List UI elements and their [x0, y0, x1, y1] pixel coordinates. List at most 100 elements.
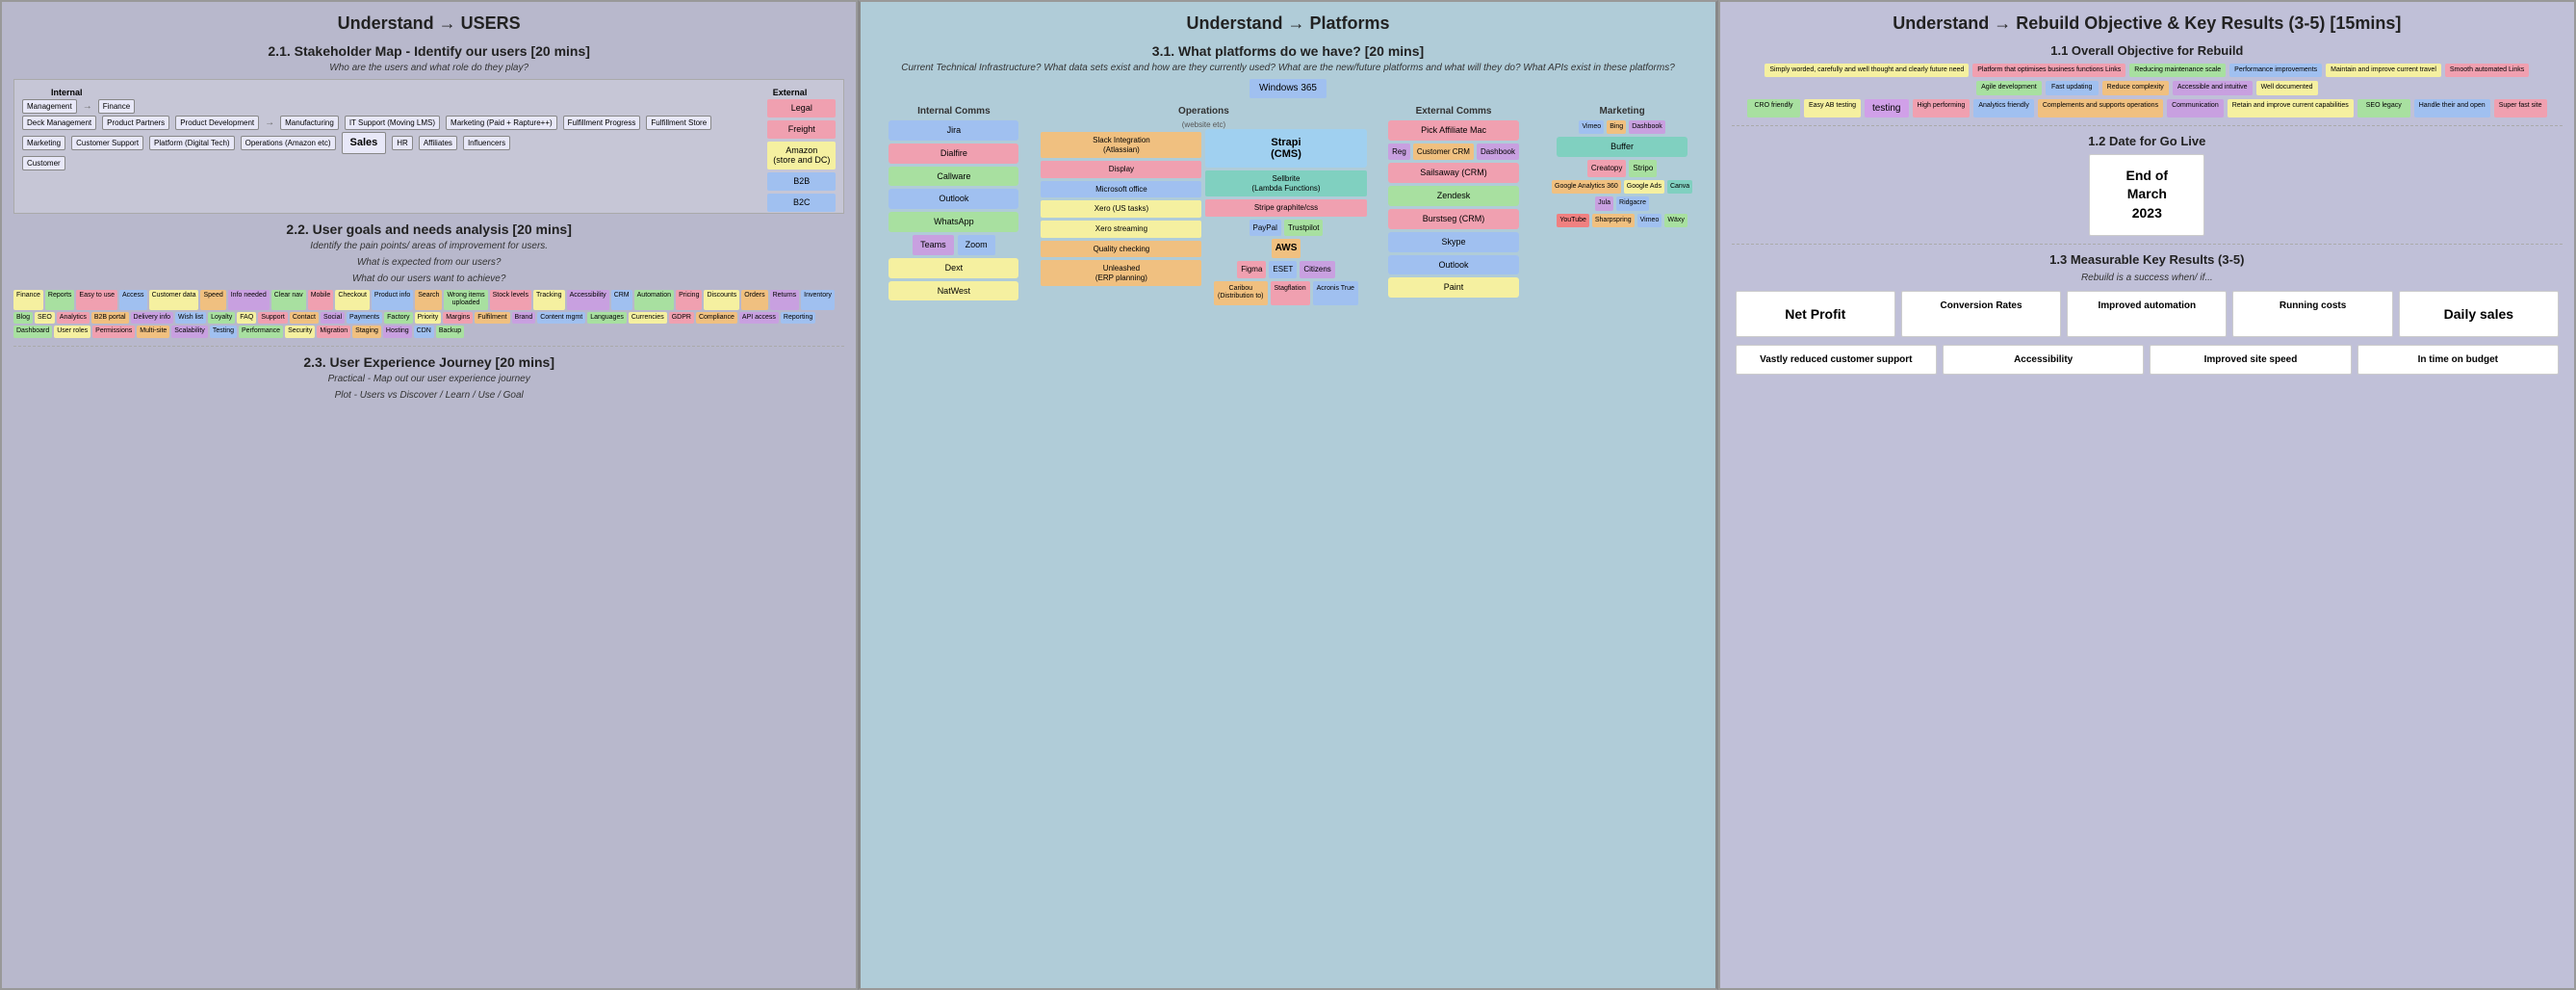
note-50: Permissions [92, 326, 135, 337]
obj-3: Reducing maintenance scale [2129, 64, 2226, 77]
ops-subtitle: (website etc) [1041, 120, 1366, 129]
ext-legal: Legal [767, 99, 836, 117]
section-11: 1.1 Overall Objective for Rebuild Simply… [1732, 43, 2563, 117]
ops-xero: Xero (US tasks) [1041, 200, 1201, 218]
org-customer: Customer [22, 156, 65, 170]
ops-citizens: Citizens [1300, 261, 1334, 278]
section-22-sub2: What is expected from our users? [13, 257, 844, 268]
note-47: Reporting [781, 312, 815, 324]
note-12: Search [415, 290, 442, 310]
obj-20: Handle their and open [2414, 99, 2490, 117]
ops-strapi: Strapi(CMS) [1205, 129, 1366, 168]
plat-callware: Callware [889, 167, 1018, 187]
note-32: Support [258, 312, 288, 324]
left-panel: Understand → USERS 2.1. Stakeholder Map … [0, 0, 858, 990]
plat-whatsapp: WhatsApp [889, 212, 1018, 232]
note-33: Contact [290, 312, 319, 324]
testing-note: testing [1865, 99, 1908, 117]
org-marketing: Marketing [22, 136, 65, 150]
mkt-ganalytics: Google Analytics 360 [1552, 180, 1621, 194]
mkt-ridgacre: Ridgacre [1616, 196, 1649, 210]
note-25: SEO [35, 312, 55, 324]
mkt-creatopy: Creatopy [1587, 160, 1626, 177]
kr-customer-support: Vastly reduced customer support [1736, 345, 1937, 375]
mkt-bing: Bing [1607, 120, 1626, 134]
note-57: Staging [352, 326, 381, 337]
right-panel: Understand → Rebuild Objective & Key Res… [1718, 0, 2576, 990]
note-27: B2B portal [91, 312, 129, 324]
section-13-sub: Rebuild is a success when/ if... [1732, 273, 2563, 283]
note-23: Inventory [801, 290, 835, 310]
section-23-sub1: Practical - Map out our user experience … [13, 374, 844, 384]
obj-4: Performance improvements [2229, 64, 2322, 77]
obj-17: Communication [2167, 99, 2224, 117]
org-affiliates: Affiliates [419, 136, 457, 150]
mkt-jula: Jula [1595, 196, 1613, 210]
note-48: Dashboard [13, 326, 52, 337]
mkt-sharpspring: Sharpspring [1592, 214, 1635, 227]
external-boxes: Legal Freight Amazon(store and DC) B2B B… [767, 99, 836, 212]
kr-site-speed: Improved site speed [2150, 345, 2351, 375]
paypal-trustpilot-row: PayPal Trustpilot [1205, 220, 1366, 237]
plat-dialfire: Dialfire [889, 143, 1018, 164]
ext-b2c: B2C [767, 194, 836, 212]
middle-panel-title: Understand → Platforms [872, 13, 1703, 34]
org-manufacturing: Manufacturing [280, 116, 339, 130]
ext-reg: Reg [1388, 143, 1410, 161]
ops-paypal: PayPal [1249, 220, 1281, 237]
org-cs: Customer Support [71, 136, 143, 150]
note-13: Wrong itemsuploaded [444, 290, 487, 310]
ext-sailsaway: Sailsaway (CRM) [1388, 163, 1518, 183]
kr-conversion: Conversion Rates [1901, 291, 2061, 337]
note-6: Speed [200, 290, 225, 310]
note-28: Delivery info [131, 312, 174, 324]
mkt-vimeo1: Vimeo [1579, 120, 1604, 134]
ops-quality: Quality checking [1041, 241, 1201, 258]
ops-inner-grid: Slack Integration(Atlassian) Display Mic… [1041, 129, 1366, 308]
note-3: Easy to use [76, 290, 117, 310]
ops-unleashed: Unleashed(ERP planning) [1041, 260, 1201, 286]
note-18: Automation [634, 290, 674, 310]
note-60: Backup [436, 326, 464, 337]
ext-skype: Skype [1388, 232, 1518, 252]
note-11: Product info [372, 290, 413, 310]
note-56: Migration [317, 326, 350, 337]
note-2: Reports [45, 290, 75, 310]
org-row-3: Marketing Customer Support Platform (Dig… [22, 132, 760, 154]
ext-b2b: B2B [767, 172, 836, 191]
org-hr: HR [392, 136, 413, 150]
mkt-youtube: YouTube [1557, 214, 1589, 227]
org-platform: Platform (Digital Tech) [149, 136, 235, 150]
ops-right: Strapi(CMS) Sellbrite(Lambda Functions) … [1205, 129, 1366, 308]
right-panel-title: Understand → Rebuild Objective & Key Res… [1732, 13, 2563, 34]
obj-5: Maintain and improve current travel [2326, 64, 2441, 77]
plat-teams: Teams [913, 235, 954, 255]
internal-comms-title: Internal Comms [872, 106, 1035, 117]
kr-row-1: Net Profit Conversion Rates Improved aut… [1736, 291, 2559, 337]
stakeholder-map: Internal External Legal Freight Amazon(s… [13, 79, 844, 214]
ext-paint: Paint [1388, 277, 1518, 298]
obj-11: Well documented [2256, 81, 2318, 94]
ext-customer-crm: Customer CRM [1413, 143, 1474, 161]
ops-display: Display [1041, 161, 1201, 178]
obj-19: SEO legacy [2357, 99, 2410, 117]
section-21-sub: Who are the users and what role do they … [13, 63, 844, 73]
mkt-vimeo2: Vimeo [1637, 214, 1662, 227]
note-37: Priority [415, 312, 442, 324]
ops-acronis: Acronis True [1313, 281, 1358, 305]
ext-outlook-ext: Outlook [1388, 255, 1518, 275]
section-22-sub3: What do our users want to achieve? [13, 274, 844, 284]
note-19: Pricing [676, 290, 702, 310]
ext-freight: Freight [767, 120, 836, 139]
section-23-sub2: Plot - Users vs Discover / Learn / Use /… [13, 390, 844, 401]
note-7: Info needed [228, 290, 270, 310]
obj-12: CRO friendly [1747, 99, 1800, 117]
org-row-1: Management → Finance [22, 99, 760, 114]
note-29: Wish list [175, 312, 206, 324]
marketing-title: Marketing [1541, 106, 1704, 117]
plat-jira: Jira [889, 120, 1018, 141]
mkt-waxy: Wäxy [1664, 214, 1687, 227]
section-21-header: 2.1. Stakeholder Map - Identify our user… [13, 43, 844, 59]
note-41: Content mgmt [537, 312, 585, 324]
obj-6: Smooth automated Links [2445, 64, 2529, 77]
